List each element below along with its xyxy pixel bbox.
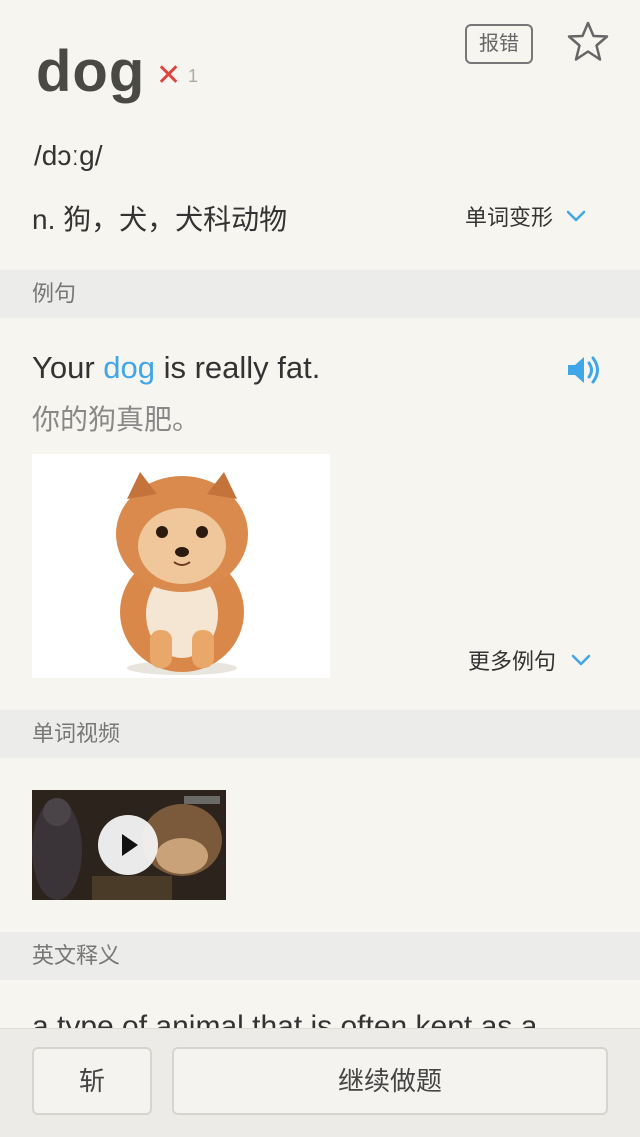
- play-button[interactable]: [98, 815, 158, 875]
- example-highlight-word: dog: [103, 350, 155, 385]
- wrong-count: 1: [188, 66, 199, 86]
- section-header-english-definition: 英文释义: [0, 932, 640, 980]
- section-header-examples: 例句: [0, 270, 640, 318]
- more-examples-label: 更多例句: [468, 649, 557, 674]
- phonetic: /dɔːg/: [34, 140, 103, 171]
- chevron-down-icon: [571, 654, 591, 666]
- kill-word-button[interactable]: 斩: [32, 1047, 152, 1115]
- continue-button[interactable]: 继续做题: [172, 1047, 608, 1115]
- example-sentence-zh: 你的狗真肥。: [32, 404, 201, 435]
- example-en-before: Your: [32, 350, 104, 385]
- word-variants-toggle[interactable]: 单词变形: [465, 200, 587, 232]
- example-sentence-en: Your dog is really fat.: [32, 350, 320, 386]
- definition: n. 狗，犬，犬科动物: [32, 204, 288, 235]
- section-header-video: 单词视频: [0, 710, 640, 758]
- play-icon: [122, 834, 138, 856]
- word-video-thumbnail[interactable]: [32, 790, 226, 900]
- star-icon[interactable]: [566, 20, 610, 64]
- example-en-after: is really fat.: [154, 350, 321, 385]
- wrong-mark-icon: ✕: [156, 59, 182, 92]
- word-variants-label: 单词变形: [465, 205, 554, 230]
- chevron-down-icon: [566, 210, 586, 222]
- report-error-button[interactable]: 报错: [465, 24, 533, 64]
- more-examples-toggle[interactable]: 更多例句: [468, 644, 592, 676]
- speaker-icon[interactable]: [564, 350, 604, 390]
- word-title: dog: [36, 39, 146, 104]
- bottom-action-bar: 斩 继续做题: [0, 1028, 640, 1137]
- example-image: [32, 454, 330, 678]
